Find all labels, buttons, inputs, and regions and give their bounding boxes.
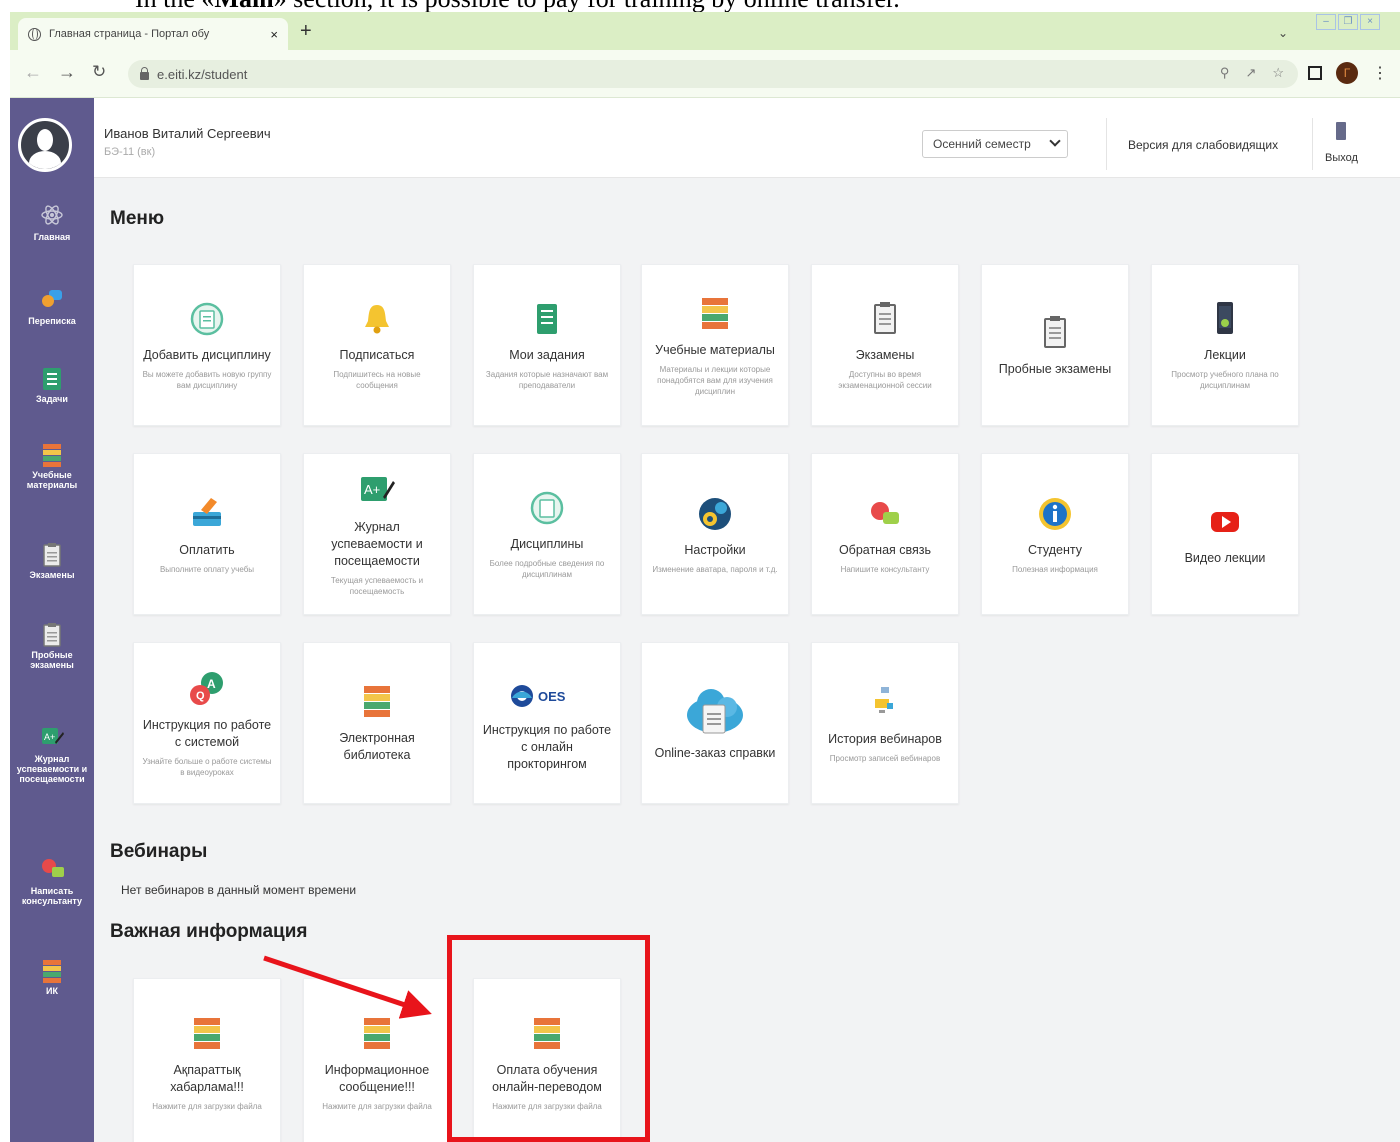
user-avatar[interactable]: [18, 118, 72, 172]
screenshot-page: In the «Main» section, it is possible to…: [0, 0, 1400, 1142]
annotation-arrow: [263, 955, 432, 1019]
